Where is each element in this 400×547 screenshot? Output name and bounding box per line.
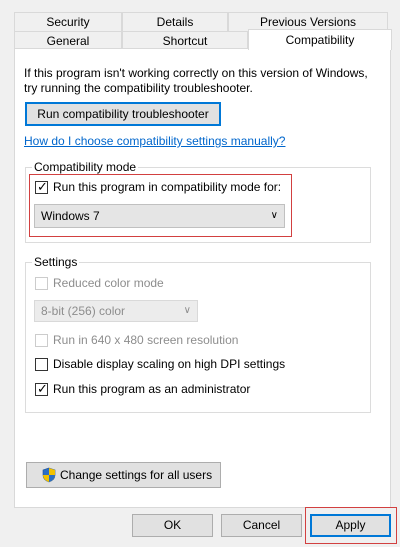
- compat-mode-group-label: Compatibility mode: [32, 160, 139, 174]
- chevron-down-icon: ∨: [270, 210, 278, 221]
- compat-mode-checkbox[interactable]: ✓: [35, 179, 48, 194]
- dpi-scaling-label[interactable]: Disable display scaling on high DPI sett…: [53, 357, 285, 371]
- resolution-checkbox[interactable]: [35, 334, 48, 347]
- run-troubleshooter-button[interactable]: Run compatibility troubleshooter: [25, 102, 221, 126]
- change-all-users-button[interactable]: Change settings for all users: [26, 462, 221, 488]
- chevron-down-icon: ∨: [183, 305, 191, 316]
- checkmark-icon: ✓: [37, 381, 48, 396]
- compat-mode-label[interactable]: Run this program in compatibility mode f…: [53, 180, 281, 194]
- os-select-value: Windows 7: [41, 209, 100, 223]
- apply-button[interactable]: Apply: [310, 514, 391, 537]
- tab-compatibility[interactable]: Compatibility: [248, 29, 392, 50]
- reduced-color-label[interactable]: Reduced color mode: [53, 276, 164, 290]
- resolution-label[interactable]: Run in 640 x 480 screen resolution: [53, 333, 238, 347]
- help-link[interactable]: How do I choose compatibility settings m…: [24, 134, 285, 148]
- tab-details[interactable]: Details: [122, 12, 228, 31]
- color-depth-value: 8-bit (256) color: [41, 304, 126, 318]
- tab-shortcut[interactable]: Shortcut: [122, 31, 248, 49]
- ok-button[interactable]: OK: [132, 514, 213, 537]
- os-select[interactable]: Windows 7 ∨: [34, 204, 285, 228]
- reduced-color-checkbox[interactable]: [35, 277, 48, 290]
- run-as-admin-checkbox[interactable]: ✓: [35, 381, 48, 396]
- dpi-scaling-checkbox[interactable]: [35, 358, 48, 371]
- change-all-users-label: Change settings for all users: [60, 468, 213, 482]
- tab-security[interactable]: Security: [14, 12, 122, 31]
- settings-group-label: Settings: [32, 255, 80, 269]
- run-as-admin-label[interactable]: Run this program as an administrator: [53, 382, 250, 396]
- uac-shield-icon: [42, 467, 56, 483]
- tab-general[interactable]: General: [14, 31, 122, 49]
- intro-text: If this program isn't working correctly …: [24, 66, 368, 95]
- checkmark-icon: ✓: [37, 179, 48, 194]
- color-depth-select[interactable]: 8-bit (256) color ∨: [34, 300, 198, 322]
- cancel-button[interactable]: Cancel: [221, 514, 302, 537]
